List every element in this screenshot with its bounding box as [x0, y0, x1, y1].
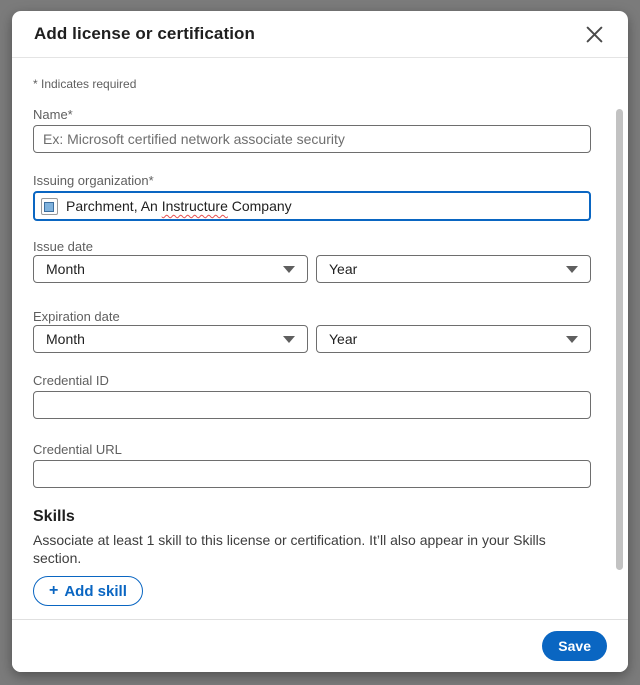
issue-year-value: Year [329, 261, 357, 277]
expiration-year-value: Year [329, 331, 357, 347]
credential-url-input[interactable] [33, 460, 591, 488]
org-value-prefix: Parchment, An [66, 198, 162, 214]
credential-url-label: Credential URL [33, 442, 591, 458]
plus-icon: + [49, 583, 58, 599]
save-button[interactable]: Save [542, 631, 607, 661]
modal-header: Add license or certification [12, 11, 628, 58]
modal-footer: Save [12, 619, 628, 672]
chevron-down-icon [566, 336, 578, 343]
expiration-month-value: Month [46, 331, 85, 347]
org-value-suffix: Company [228, 198, 292, 214]
skills-heading: Skills [33, 507, 591, 527]
issuing-organization-value: Parchment, An Instructure Company [66, 198, 292, 214]
issue-month-select[interactable]: Month [33, 255, 308, 283]
required-note: * Indicates required [33, 77, 591, 91]
expiration-month-select[interactable]: Month [33, 325, 308, 353]
chevron-down-icon [566, 266, 578, 273]
expiration-year-select[interactable]: Year [316, 325, 591, 353]
issue-date-row: Month Year [33, 255, 591, 283]
organization-logo-icon [41, 198, 58, 215]
skills-description: Associate at least 1 skill to this licen… [33, 531, 591, 567]
issue-month-value: Month [46, 261, 85, 277]
name-label: Name* [33, 107, 591, 123]
close-button[interactable] [580, 20, 608, 48]
org-value-misspelled: Instructure [162, 198, 228, 214]
modal-title: Add license or certification [34, 24, 255, 44]
expiration-date-label: Expiration date [33, 309, 591, 325]
issue-year-select[interactable]: Year [316, 255, 591, 283]
chevron-down-icon [283, 266, 295, 273]
credential-id-label: Credential ID [33, 373, 591, 389]
issuing-organization-input[interactable]: Parchment, An Instructure Company [33, 191, 591, 221]
credential-id-input[interactable] [33, 391, 591, 419]
scrollbar-thumb[interactable] [616, 109, 623, 570]
add-skill-label: Add skill [64, 583, 127, 600]
issue-date-label: Issue date [33, 239, 591, 255]
issuing-organization-label: Issuing organization* [33, 173, 591, 189]
close-icon [586, 26, 603, 43]
add-skill-button[interactable]: + Add skill [33, 576, 143, 606]
modal-body: * Indicates required Name* Issuing organ… [12, 58, 628, 619]
chevron-down-icon [283, 336, 295, 343]
name-input[interactable] [33, 125, 591, 153]
expiration-date-row: Month Year [33, 325, 591, 353]
add-license-modal: Add license or certification * Indicates… [12, 11, 628, 672]
